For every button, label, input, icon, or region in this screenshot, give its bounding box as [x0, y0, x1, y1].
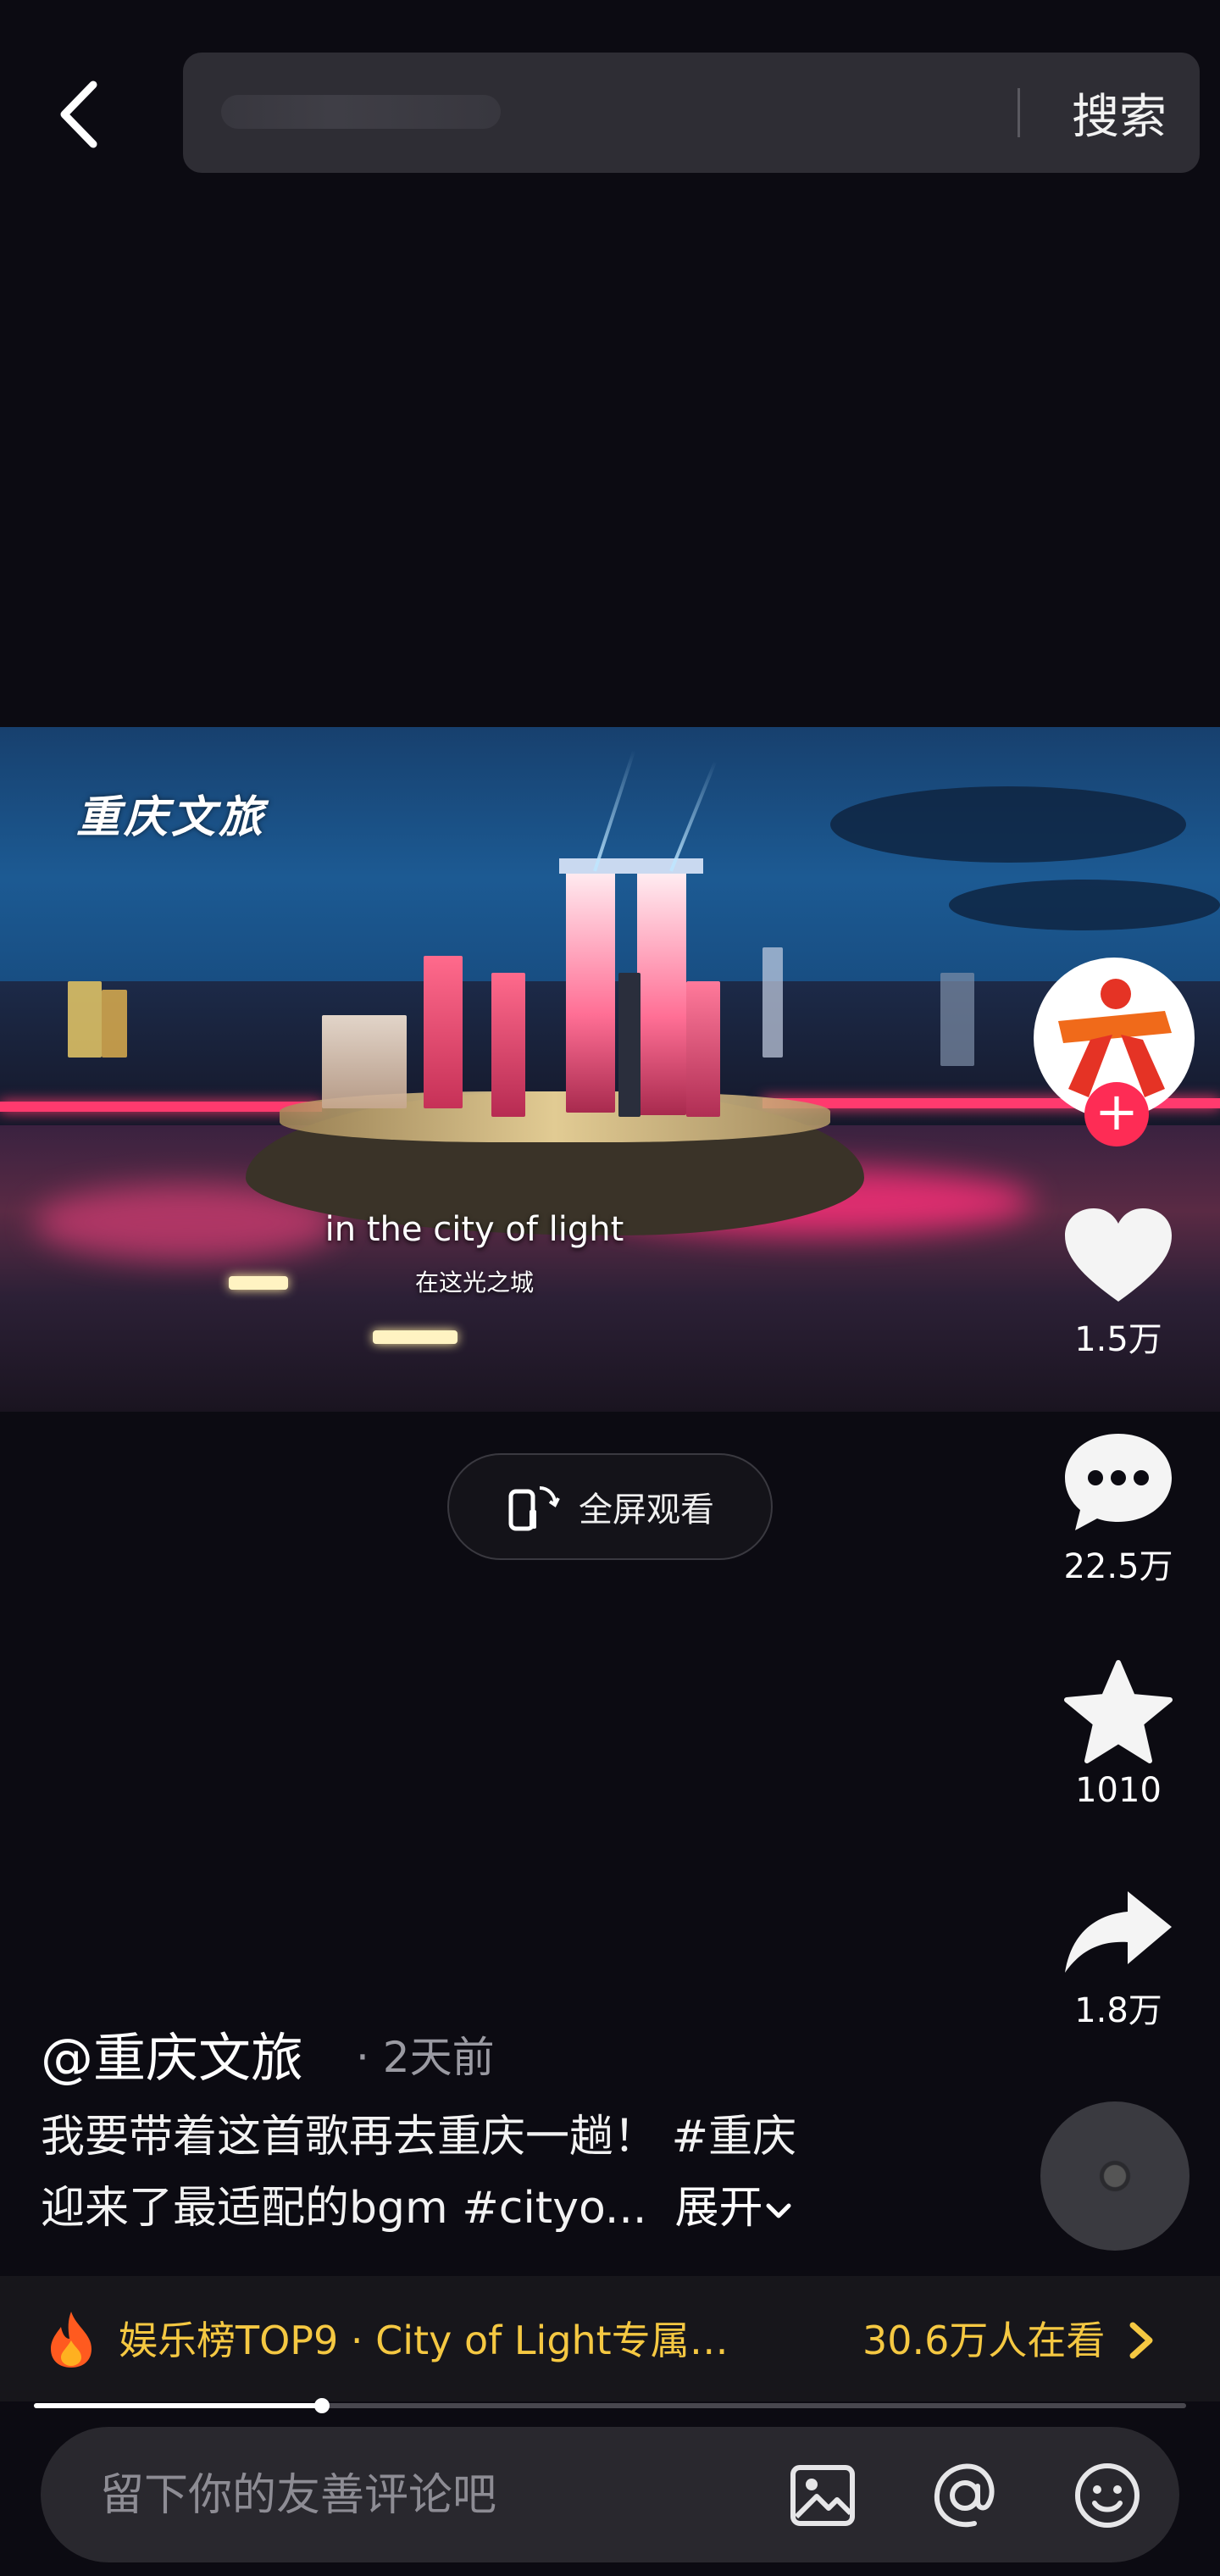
post-caption[interactable]: 我要带着这首歌再去重庆一趟！ #重庆 迎来了最适配的bgm #cityo... … [41, 2101, 973, 2244]
video-cloud [830, 786, 1186, 863]
skybridge [559, 858, 703, 874]
progress-fill [34, 2403, 322, 2408]
like-button[interactable]: 1.5万 [1051, 1207, 1186, 1361]
subtitle-english: in the city of light [324, 1210, 624, 1249]
comment-count: 22.5万 [1063, 1547, 1173, 1586]
tower-dark [618, 973, 640, 1117]
share-button[interactable]: 1.8万 [1051, 1888, 1186, 2032]
image-button[interactable] [788, 2461, 857, 2530]
caption-line-1: 我要带着这首歌再去重庆一趟！ #重庆 [41, 2112, 797, 2162]
trending-bar[interactable]: 娱乐榜TOP9 · City of Light专属… 30.6万人在看 [0, 2276, 1220, 2401]
trending-text: 娱乐榜TOP9 · City of Light专属… [119, 2318, 729, 2363]
progress-handle[interactable] [314, 2398, 330, 2413]
building [940, 973, 974, 1066]
rotate-screen-icon [508, 1486, 560, 1531]
trending-viewers: 30.6万人在看 [862, 2310, 1155, 2366]
comment-button[interactable]: 22.5万 [1051, 1432, 1186, 1588]
video-cloud [949, 880, 1220, 930]
bridge-left [0, 1102, 322, 1112]
favorite-button[interactable]: 1010 [1051, 1659, 1186, 1810]
like-count: 1.5万 [1074, 1320, 1162, 1359]
expand-button[interactable]: 展开 [675, 2183, 794, 2234]
subtitle-chinese: 在这光之城 [414, 1269, 534, 1296]
tower [686, 981, 720, 1117]
comment-input[interactable] [98, 2427, 779, 2564]
fullscreen-button[interactable]: 全屏观看 [447, 1453, 773, 1560]
post-time: · 2天前 [356, 2033, 495, 2082]
emoji-button[interactable] [1073, 2461, 1142, 2530]
chevron-down-icon [766, 2203, 791, 2218]
smiley-icon [1075, 2463, 1140, 2528]
music-disc[interactable] [1040, 2101, 1190, 2251]
tower-raffles-1 [566, 867, 615, 1113]
building [322, 1015, 407, 1108]
share-count: 1.8万 [1074, 1991, 1162, 2030]
search-button[interactable]: 搜索 [1039, 53, 1200, 173]
building [102, 990, 127, 1058]
chevron-right-icon [1129, 2322, 1153, 2359]
image-icon [790, 2465, 855, 2526]
fire-icon [51, 2312, 92, 2368]
video-watermark: 重庆文旅 [76, 791, 267, 843]
fullscreen-label: 全屏观看 [579, 1491, 714, 1530]
search-query-blurred[interactable] [221, 95, 501, 129]
favorite-count: 1010 [1075, 1771, 1162, 1810]
author-name[interactable]: @重庆文旅 [41, 2015, 303, 2091]
heart-icon [1065, 1208, 1172, 1302]
share-arrow-icon [1065, 1891, 1172, 1973]
search-bar[interactable]: 搜索 [183, 53, 1200, 173]
building [762, 947, 783, 1058]
boat [373, 1330, 458, 1344]
mention-button[interactable] [930, 2461, 1000, 2530]
comment-bar [41, 2427, 1179, 2564]
caption-line-2: 迎来了最适配的bgm #cityo... 展开 [41, 2173, 973, 2244]
star-icon [1064, 1660, 1173, 1763]
chevron-left-icon [60, 80, 97, 148]
follow-button[interactable]: + [1084, 1082, 1149, 1146]
search-divider [1018, 88, 1020, 137]
tower-raffles-2 [637, 869, 686, 1115]
building [68, 981, 102, 1058]
comment-bubble-icon [1065, 1434, 1172, 1530]
tower [424, 956, 463, 1108]
back-button[interactable] [51, 76, 110, 153]
at-sign-icon [934, 2463, 995, 2528]
tower [491, 973, 525, 1117]
